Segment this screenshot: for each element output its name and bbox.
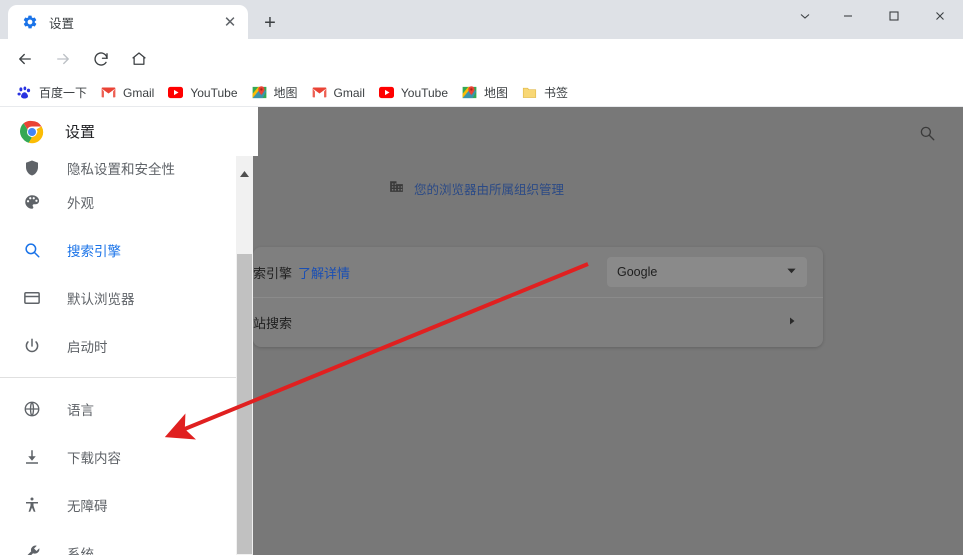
gmail-icon: [101, 85, 117, 101]
tab-title: 设置: [49, 16, 75, 31]
sidebar-item-label: 语言: [67, 403, 94, 418]
close-icon[interactable]: [917, 0, 963, 32]
globe-icon: [22, 399, 42, 419]
managed-browser-banner: 您的浏览器由所属组织管理: [388, 177, 564, 199]
building-icon: [388, 177, 405, 199]
folder-icon: [522, 85, 538, 101]
sidebar-item-label: 搜索引擎: [67, 244, 121, 259]
bookmark-folder[interactable]: 书签: [515, 81, 575, 104]
google-maps-icon: [252, 85, 268, 101]
forward-button[interactable]: [48, 44, 78, 74]
gmail-icon: [312, 85, 328, 101]
bookmark-label: 书签: [544, 86, 569, 100]
settings-page: 您的浏览器由所属组织管理 搜索引擎 了解详情 Google 网站搜索 设置 隐私…: [0, 107, 963, 555]
sidebar-item-downloads[interactable]: 下载内容: [0, 433, 236, 481]
title-bar: 设置 ✕ +: [0, 0, 963, 39]
sidebar-item-search-engine[interactable]: 搜索引擎: [0, 226, 236, 274]
settings-content-area: 您的浏览器由所属组织管理 搜索引擎 了解详情 Google 网站搜索: [240, 107, 963, 555]
search-engine-dropdown-value: Google: [617, 265, 658, 279]
managed-browser-text: 您的浏览器由所属组织管理: [414, 182, 565, 197]
bookmark-item[interactable]: 地图: [245, 81, 305, 104]
browser-window: 设置 ✕ + 百度一下 Gmail YouTube 地图 Gmail YouTu…: [0, 0, 963, 555]
search-engine-dropdown[interactable]: Google: [607, 257, 807, 287]
home-button[interactable]: [124, 44, 154, 74]
bookmark-item[interactable]: YouTube: [161, 82, 244, 104]
window-controls: [785, 0, 963, 39]
chevron-right-icon: [787, 314, 797, 332]
browser-window-icon: [22, 288, 42, 308]
sidebar-item-label: 系统: [67, 547, 94, 555]
sidebar-item-accessibility[interactable]: 无障碍: [0, 481, 236, 529]
bookmark-item[interactable]: 百度一下: [10, 81, 94, 104]
bookmark-label: 地图: [484, 86, 509, 100]
baidu-icon: [17, 85, 33, 101]
sidebar-item-label: 默认浏览器: [67, 292, 135, 307]
shield-icon: [22, 158, 42, 178]
gear-icon: [22, 14, 38, 30]
power-icon: [22, 336, 42, 356]
sidebar-item-default-browser[interactable]: 默认浏览器: [0, 274, 236, 322]
maximize-icon[interactable]: [871, 0, 917, 32]
scroll-up-arrow-icon[interactable]: [236, 166, 253, 183]
sidebar-item-on-startup[interactable]: 启动时: [0, 322, 236, 370]
bookmark-label: 地图: [273, 86, 298, 100]
bookmarks-bar: 百度一下 Gmail YouTube 地图 Gmail YouTube 地图 书…: [0, 79, 963, 107]
sidebar-item-appearance[interactable]: 外观: [0, 178, 236, 226]
accessibility-icon: [22, 495, 42, 515]
sidebar-item-languages[interactable]: 语言: [0, 385, 236, 433]
search-engine-card: 搜索引擎 了解详情 Google 网站搜索: [240, 247, 823, 347]
sidebar-item-label: 外观: [67, 196, 94, 211]
chrome-logo-icon: [19, 120, 44, 144]
site-search-row[interactable]: 网站搜索: [240, 297, 823, 347]
settings-search-icon[interactable]: [913, 119, 941, 147]
bookmark-item[interactable]: YouTube: [372, 82, 455, 104]
reload-button[interactable]: [86, 44, 116, 74]
bookmark-label: Gmail: [123, 85, 155, 100]
youtube-icon: [168, 85, 184, 101]
bookmark-label: YouTube: [190, 85, 238, 100]
google-maps-icon: [462, 85, 478, 101]
settings-header: 设置: [0, 107, 258, 156]
bookmark-label: YouTube: [400, 85, 449, 100]
sidebar-item-label: 隐私设置和安全性: [67, 162, 175, 177]
youtube-icon: [378, 85, 395, 101]
browser-toolbar: Chrome | chrome://settings/search 更新: [0, 39, 963, 112]
wrench-icon: [22, 543, 42, 555]
chevron-down-icon[interactable]: [785, 0, 825, 32]
sidebar-item-label: 启动时: [67, 340, 108, 355]
bookmark-item[interactable]: Gmail: [94, 82, 161, 104]
settings-sidebar: 隐私设置和安全性 外观 搜索引擎 默认浏览器 启动时 语言 下载内容 无障碍 系…: [0, 156, 236, 555]
bookmark-item[interactable]: Gmail: [305, 82, 372, 104]
sidebar-item-system[interactable]: 系统: [0, 529, 236, 555]
search-engine-row[interactable]: 搜索引擎 了解详情 Google: [240, 247, 823, 297]
minimize-icon[interactable]: [825, 0, 871, 32]
back-button[interactable]: [10, 44, 40, 74]
bookmark-label: 百度一下: [39, 86, 88, 100]
sidebar-item-label: 下载内容: [67, 451, 121, 466]
sidebar-divider: [0, 377, 236, 378]
learn-more-link[interactable]: 了解详情: [298, 263, 350, 282]
sidebar-scrollbar[interactable]: [236, 156, 253, 555]
palette-icon: [22, 192, 42, 212]
download-icon: [22, 447, 42, 467]
browser-tab-settings[interactable]: 设置 ✕: [8, 5, 248, 39]
close-icon[interactable]: ✕: [220, 12, 240, 32]
search-icon: [22, 240, 42, 260]
chevron-down-icon: [786, 265, 797, 279]
scrollbar-thumb[interactable]: [237, 254, 252, 554]
new-tab-button[interactable]: +: [256, 9, 284, 37]
bookmark-label: Gmail: [333, 85, 365, 100]
sidebar-item-label: 无障碍: [67, 499, 108, 514]
page-title: 设置: [65, 124, 96, 141]
bookmark-item[interactable]: 地图: [455, 81, 515, 104]
sidebar-item-privacy[interactable]: 隐私设置和安全性: [0, 156, 236, 178]
